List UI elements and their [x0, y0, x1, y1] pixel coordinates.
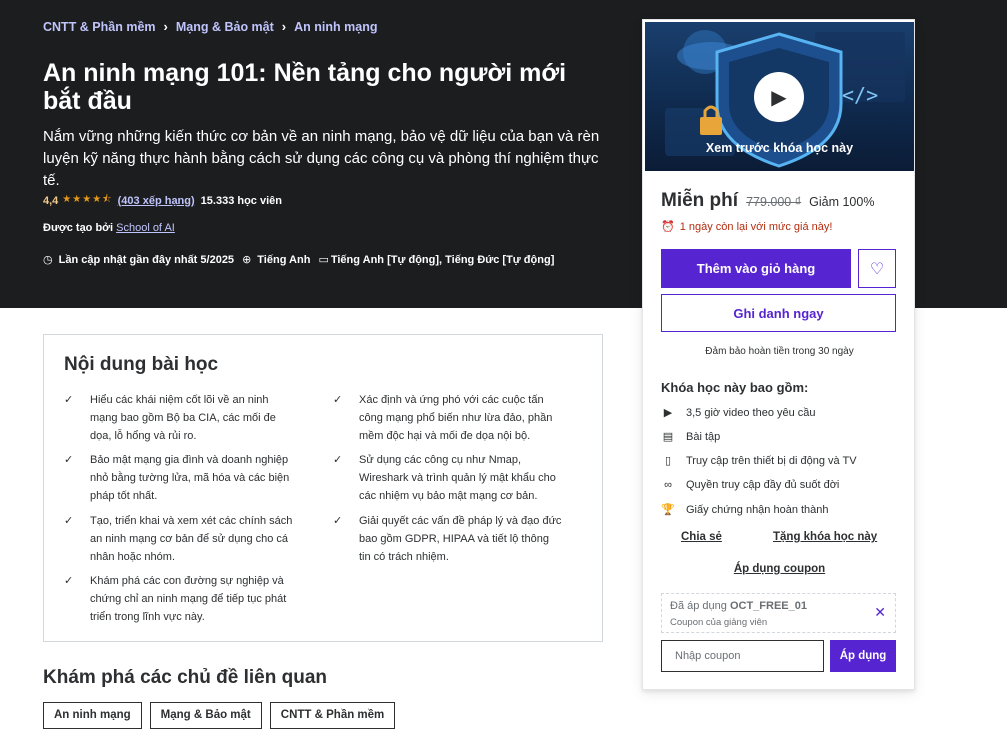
apply-coupon-button[interactable]: Áp dụng [830, 640, 896, 672]
creator-link[interactable]: School of AI [116, 222, 175, 234]
what-you-will-learn: Nội dung bài học ✓ Hiểu các khái niệm cốt… [43, 334, 603, 642]
last-updated-text: Lần cập nhật gần đây nhất 5/2025 [58, 253, 235, 266]
mobile-icon: ▯ [664, 455, 672, 467]
list-item: ✓ Khám phá các con đường sự nghiệp và chứ… [64, 572, 294, 626]
apply-coupon-link[interactable]: Áp dụng coupon [643, 563, 916, 575]
infinity-icon: ∞ [664, 479, 672, 491]
creator-label: Được tạo bởi [43, 222, 114, 234]
check-icon: ✓ [64, 454, 74, 466]
coupon-note: Coupon của giảng viên [670, 617, 768, 628]
play-icon[interactable]: ▶ [754, 72, 804, 122]
price-row: Miễn phí 779.000 ₫ Giảm 100% [661, 190, 874, 212]
preview-label[interactable]: Xem trước khóa học này [645, 141, 914, 155]
share-link[interactable]: Chia sẻ [681, 531, 722, 543]
related-topics: An ninh mạng Mạng & Bảo mật CNTT & Phần … [43, 702, 403, 729]
list-item: ▤ Bài tập [662, 430, 721, 444]
price-timer: ⏰ 1 ngày còn lại với mức giá này! [661, 220, 833, 234]
topic-tag[interactable]: CNTT & Phần mềm [269, 702, 396, 729]
topic-tag[interactable]: An ninh mạng [43, 702, 142, 729]
trophy-icon: 🏆 [661, 504, 675, 516]
add-to-cart-button[interactable]: Thêm vào giỏ hàng [661, 249, 851, 288]
chevron-right-icon: › [163, 19, 168, 34]
last-updated: ◷ Lần cập nhật gần đây nhất 5/2025 [43, 253, 235, 267]
check-icon: ✓ [64, 394, 74, 406]
video-icon: ▶ [663, 407, 673, 419]
alert-clock-icon: ◷ [43, 254, 53, 266]
enroll-now-button[interactable]: Ghi danh ngay [661, 294, 896, 332]
rating-count-link[interactable]: (403 xếp hạng) [118, 195, 195, 207]
student-count: 15.333 học viên [200, 194, 282, 207]
breadcrumb: CNTT & Phần mềm › Mạng & Bảo mật › An ni… [43, 19, 377, 34]
timer-text: 1 ngày còn lại với mức giá này! [679, 220, 833, 233]
related-topics-heading: Khám phá các chủ đề liên quan [43, 667, 328, 688]
current-price: Miễn phí [661, 190, 739, 211]
star-rating-icon: ★★★★⯪ [62, 194, 113, 205]
page-title: An ninh mạng 101: Nền tảng cho người mới… [43, 59, 567, 115]
check-icon: ✓ [333, 394, 343, 406]
language-text: Tiếng Anh [257, 253, 311, 266]
money-back-guarantee: Đảm bảo hoàn tiền trong 30 ngày [705, 346, 854, 357]
rating-row: 4,4 ★★★★⯪ (403 xếp hạng) 15.333 học viên [43, 192, 282, 209]
list-item: ✓ Sử dụng các công cụ như Nmap, Wireshark… [333, 451, 563, 505]
svg-text:</>: </> [842, 83, 878, 107]
discount-text: Giảm 100% [809, 195, 875, 209]
wishlist-heart-icon[interactable]: ♡ [858, 249, 896, 288]
breadcrumb-item[interactable]: CNTT & Phần mềm [43, 20, 156, 34]
applied-coupon-box: Đã áp dụng OCT_FREE_01 Coupon của giảng … [661, 593, 896, 633]
close-icon[interactable]: ✕ [874, 604, 886, 621]
list-item: ✓ Bảo mật mạng gia đình và doanh nghiệp n… [64, 451, 294, 505]
list-item: ▶ 3,5 giờ video theo yêu cầu [661, 406, 816, 420]
includes-heading: Khóa học này bao gồm: [661, 380, 809, 395]
coupon-input[interactable]: Nhập coupon [661, 640, 824, 672]
list-item: 🏆 Giấy chứng nhận hoàn thành [661, 503, 829, 517]
list-item: ▯ Truy cập trên thiết bị di động và TV [661, 454, 857, 468]
original-price: 779.000 ₫ [746, 195, 802, 209]
list-item: ✓ Tạo, triển khai và xem xét các chính sá… [64, 512, 294, 566]
captions-icon: ▭ [318, 254, 329, 266]
list-item: ✓ Xác định và ứng phó với các cuộc tấn cô… [333, 391, 563, 445]
check-icon: ✓ [333, 515, 343, 527]
course-meta: ◷ Lần cập nhật gần đây nhất 5/2025 ⊕ Tiế… [43, 253, 562, 267]
purchase-sidebar: </> ▶ Xem trước khóa học này Miễn phí 77… [642, 19, 915, 690]
alarm-clock-icon: ⏰ [661, 221, 675, 233]
list-item: ✓ Hiểu các khái niệm cốt lõi về an ninh m… [64, 391, 294, 445]
coupon-code: OCT_FREE_01 [729, 600, 807, 612]
check-icon: ✓ [333, 454, 343, 466]
coupon-applied-line: Đã áp dụng OCT_FREE_01 [670, 600, 807, 612]
captions: ▭ Tiếng Anh [Tự động], Tiếng Đức [Tự độn… [318, 253, 555, 267]
breadcrumb-item[interactable]: An ninh mạng [294, 20, 377, 34]
list-item: ✓ Giải quyết các vấn đề pháp lý và đạo đứ… [333, 512, 563, 566]
chevron-right-icon: › [281, 19, 287, 34]
check-icon: ✓ [64, 575, 74, 587]
check-icon: ✓ [64, 515, 74, 527]
rating-value: 4,4 [43, 194, 59, 207]
creator-line: Được tạo bởi School of AI [43, 222, 175, 234]
topic-tag[interactable]: Mạng & Bảo mật [149, 702, 262, 729]
learn-heading: Nội dung bài học [64, 354, 219, 375]
list-item: ∞ Quyền truy cập đầy đủ suốt đời [661, 479, 839, 491]
assignment-icon: ▤ [662, 431, 674, 443]
course-subtitle: Nắm vững những kiến thức cơ bản về an ni… [43, 128, 600, 189]
course-preview[interactable]: </> ▶ Xem trước khóa học này [645, 22, 914, 171]
coupon-applied-label: Đã áp dụng [670, 600, 727, 612]
gift-course-link[interactable]: Tặng khóa học này [773, 531, 877, 543]
captions-text: Tiếng Anh [Tự động], Tiếng Đức [Tự động] [330, 253, 555, 266]
breadcrumb-item[interactable]: Mạng & Bảo mật [176, 20, 274, 34]
language: ⊕ Tiếng Anh [242, 253, 311, 267]
globe-icon: ⊕ [242, 254, 252, 266]
